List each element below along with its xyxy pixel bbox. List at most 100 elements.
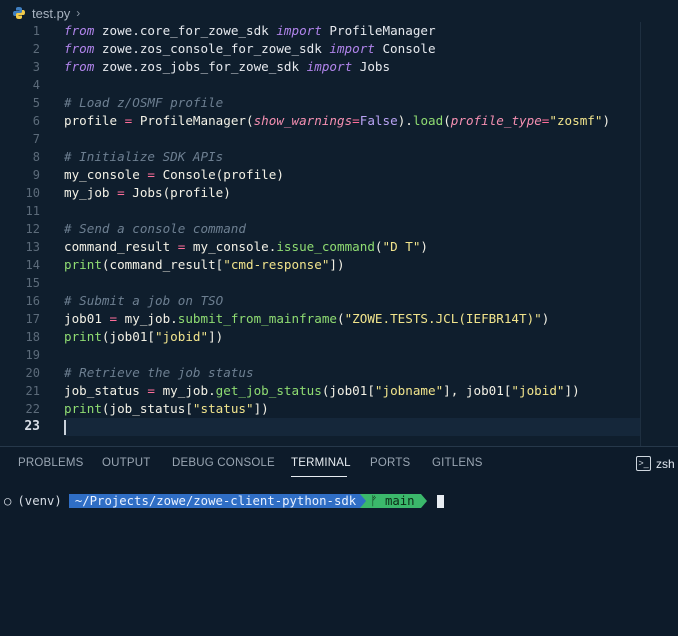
code-line[interactable]: 4 bbox=[0, 76, 640, 94]
code-line[interactable]: 20 # Retrieve the job status bbox=[0, 364, 640, 382]
code-line[interactable]: 22 print(job_status["status"]) bbox=[0, 400, 640, 418]
code-line[interactable]: 12 # Send a console command bbox=[0, 220, 640, 238]
prompt-git-branch: ᚠ main bbox=[366, 494, 421, 508]
code-token: ]) bbox=[208, 329, 224, 344]
code-line[interactable]: 9 my_console = Console(profile) bbox=[0, 166, 640, 184]
code-token: job_status bbox=[64, 383, 148, 398]
code-token: my_job. bbox=[155, 383, 216, 398]
code-text: # Submit a job on TSO bbox=[64, 292, 223, 310]
breadcrumb-file[interactable]: test.py bbox=[32, 6, 70, 21]
code-text: # Retrieve the job status bbox=[64, 364, 254, 382]
code-token: zowe.core_for_zowe_sdk bbox=[94, 23, 277, 38]
code-token: print bbox=[64, 401, 102, 416]
code-line[interactable]: 23 bbox=[0, 418, 640, 436]
code-token: = bbox=[117, 185, 125, 200]
code-token: False bbox=[359, 113, 398, 128]
shell-prompt: ○ (venv) ~/Projects/zowe/zowe-client-pyt… bbox=[4, 493, 444, 509]
tab-terminal[interactable]: TERMINAL bbox=[291, 457, 351, 469]
code-token: Console(profile) bbox=[155, 167, 284, 182]
code-text: from zowe.zos_jobs_for_zowe_sdk import J… bbox=[64, 58, 390, 76]
code-token: "jobname" bbox=[374, 383, 444, 398]
code-line[interactable]: 10 my_job = Jobs(profile) bbox=[0, 184, 640, 202]
shell-name: zsh bbox=[656, 456, 675, 471]
code-line[interactable]: 3 from zowe.zos_jobs_for_zowe_sdk import … bbox=[0, 58, 640, 76]
code-line[interactable]: 15 bbox=[0, 274, 640, 292]
code-token: ProfileManager bbox=[321, 23, 436, 38]
code-token: "ZOWE.TESTS.JCL(IEFBR14T)" bbox=[344, 311, 542, 326]
code-token: "D T" bbox=[382, 239, 421, 254]
breadcrumb: test.py › bbox=[12, 4, 80, 22]
code-token: profile bbox=[64, 113, 125, 128]
code-line[interactable]: 5 # Load z/OSMF profile bbox=[0, 94, 640, 112]
active-tab-indicator bbox=[291, 476, 347, 477]
powerline-arrow-icon bbox=[420, 494, 427, 508]
code-token: # Send a console command bbox=[64, 221, 246, 236]
code-token: import bbox=[276, 23, 322, 38]
line-number: 1 bbox=[32, 24, 40, 38]
terminal-area[interactable]: ○ (venv) ~/Projects/zowe/zowe-client-pyt… bbox=[0, 481, 678, 636]
current-line-highlight bbox=[64, 418, 640, 436]
line-number: 6 bbox=[32, 114, 40, 128]
code-line[interactable]: 7 bbox=[0, 130, 640, 148]
status-circle-icon: ○ bbox=[4, 494, 12, 508]
code-token: = bbox=[147, 383, 155, 398]
code-token: ]) bbox=[329, 257, 345, 272]
code-editor[interactable]: test.py › 1 from zowe.core_for_zowe_sdk i… bbox=[0, 0, 678, 446]
code-token: (job_status[ bbox=[101, 401, 193, 416]
tab-gitlens[interactable]: GITLENS bbox=[432, 457, 483, 469]
code-token: print bbox=[64, 329, 102, 344]
line-number: 20 bbox=[25, 366, 40, 380]
code-line[interactable]: 21 job_status = my_job.get_job_status(job… bbox=[0, 382, 640, 400]
code-text: my_console = Console(profile) bbox=[64, 166, 284, 184]
code-line[interactable]: 1 from zowe.core_for_zowe_sdk import Prof… bbox=[0, 22, 640, 40]
tab-ports[interactable]: PORTS bbox=[370, 457, 410, 469]
code-token: (command_result[ bbox=[101, 257, 224, 272]
line-number: 3 bbox=[32, 60, 40, 74]
code-lines[interactable]: 1 from zowe.core_for_zowe_sdk import Prof… bbox=[0, 22, 640, 436]
tab-output[interactable]: OUTPUT bbox=[102, 457, 150, 469]
code-token: my_job. bbox=[117, 311, 178, 326]
code-token: Console bbox=[374, 41, 436, 56]
editor-scrollbar[interactable] bbox=[640, 22, 641, 446]
code-token: ). bbox=[397, 113, 413, 128]
line-number: 10 bbox=[25, 186, 40, 200]
code-line[interactable]: 17 job01 = my_job.submit_from_mainframe("… bbox=[0, 310, 640, 328]
code-token: print bbox=[64, 257, 102, 272]
code-token: # Retrieve the job status bbox=[64, 365, 254, 380]
line-number: 7 bbox=[32, 132, 40, 146]
line-number: 21 bbox=[25, 384, 40, 398]
code-token: from bbox=[64, 41, 95, 56]
venv-label: (venv) bbox=[17, 494, 62, 508]
code-token: get_job_status bbox=[215, 383, 322, 398]
line-number: 12 bbox=[25, 222, 40, 236]
code-token: my_console. bbox=[185, 239, 277, 254]
code-line[interactable]: 18 print(job01["jobid"]) bbox=[0, 328, 640, 346]
line-number: 5 bbox=[32, 96, 40, 110]
code-line[interactable]: 19 bbox=[0, 346, 640, 364]
terminal-icon: >_ bbox=[636, 456, 651, 471]
terminal-shell-selector[interactable]: >_ zsh bbox=[636, 456, 675, 471]
code-text: my_job = Jobs(profile) bbox=[64, 184, 231, 202]
tab-problems[interactable]: PROBLEMS bbox=[18, 457, 84, 469]
line-number: 17 bbox=[25, 312, 40, 326]
panel-tab-bar: PROBLEMS OUTPUT DEBUG CONSOLE TERMINAL P… bbox=[0, 447, 678, 481]
code-token: my_console bbox=[64, 167, 148, 182]
code-line[interactable]: 2 from zowe.zos_console_for_zowe_sdk impo… bbox=[0, 40, 640, 58]
code-token: ProfileManager( bbox=[132, 113, 254, 128]
code-text: from zowe.core_for_zowe_sdk import Profi… bbox=[64, 22, 436, 40]
code-line[interactable]: 6 profile = ProfileManager(show_warnings=… bbox=[0, 112, 640, 130]
code-token: "zosmf" bbox=[549, 113, 603, 128]
code-line[interactable]: 14 print(command_result["cmd-response"]) bbox=[0, 256, 640, 274]
line-number: 19 bbox=[25, 348, 40, 362]
code-text: job_status = my_job.get_job_status(job01… bbox=[64, 382, 580, 400]
code-line[interactable]: 8 # Initialize SDK APIs bbox=[0, 148, 640, 166]
code-line[interactable]: 16 # Submit a job on TSO bbox=[0, 292, 640, 310]
line-number: 23 bbox=[24, 419, 40, 434]
tab-debug-console[interactable]: DEBUG CONSOLE bbox=[172, 457, 275, 469]
code-token: from bbox=[64, 59, 95, 74]
code-token: ( bbox=[337, 311, 345, 326]
code-text: print(command_result["cmd-response"]) bbox=[64, 256, 345, 274]
code-line[interactable]: 13 command_result = my_console.issue_comm… bbox=[0, 238, 640, 256]
code-line[interactable]: 11 bbox=[0, 202, 640, 220]
code-token: "jobid" bbox=[155, 329, 209, 344]
